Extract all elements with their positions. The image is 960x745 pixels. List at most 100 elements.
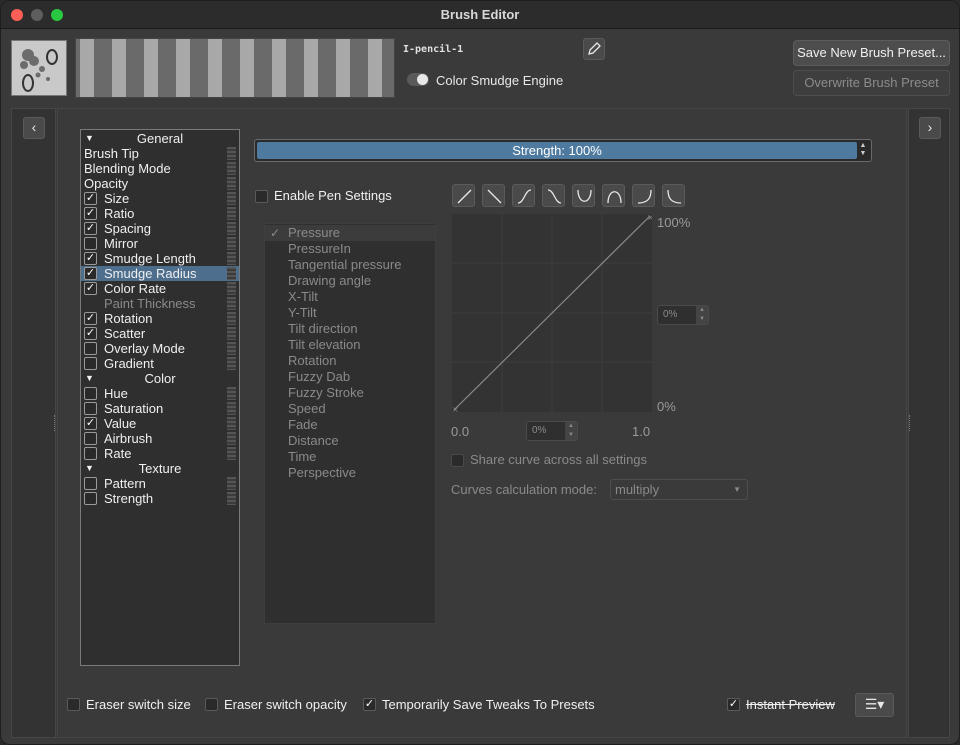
u-curve-icon[interactable] [572, 184, 595, 207]
option-grip-icon [227, 237, 236, 250]
linear-up-icon[interactable] [452, 184, 475, 207]
option-blending-mode[interactable]: Blending Mode [81, 161, 239, 176]
option-spacing[interactable]: ✓ Spacing [81, 221, 239, 236]
sensor-perspective[interactable]: Perspective [265, 465, 435, 481]
option-saturation[interactable]: Saturation [81, 401, 239, 416]
option-texture[interactable]: ▼ Texture [81, 461, 239, 476]
option-rotation[interactable]: ✓ Rotation [81, 311, 239, 326]
sensor-y-tilt[interactable]: Y-Tilt [265, 305, 435, 321]
option-checkbox[interactable]: ✓ [84, 417, 97, 430]
option-checkbox[interactable]: ✓ [84, 312, 97, 325]
ease-out-icon[interactable] [662, 184, 685, 207]
option-checkbox[interactable]: ✓ [84, 192, 97, 205]
stroke-preview[interactable] [75, 38, 395, 98]
chevron-right-icon[interactable]: › [919, 117, 941, 139]
option-checkbox[interactable] [84, 492, 97, 505]
option-paint-thickness[interactable]: Paint Thickness [81, 296, 239, 311]
sensor-speed[interactable]: Speed [265, 401, 435, 417]
option-overlay-mode[interactable]: Overlay Mode [81, 341, 239, 356]
overwrite-preset-button[interactable]: Overwrite Brush Preset [793, 70, 950, 96]
share-curve-checkbox[interactable] [451, 454, 464, 467]
option-label: Hue [104, 386, 128, 401]
option-value[interactable]: ✓ Value [81, 416, 239, 431]
sensor-pressurein[interactable]: PressureIn [265, 241, 435, 257]
option-scatter[interactable]: ✓ Scatter [81, 326, 239, 341]
engine-label: Color Smudge Engine [436, 73, 564, 88]
arch-curve-icon[interactable] [602, 184, 625, 207]
option-color[interactable]: ▼ Color [81, 371, 239, 386]
sensor-rotation[interactable]: Rotation [265, 353, 435, 369]
save-new-preset-button[interactable]: Save New Brush Preset... [793, 40, 950, 66]
option-grip-icon [227, 477, 236, 490]
sensor-fade[interactable]: Fade [265, 417, 435, 433]
option-color-rate[interactable]: ✓ Color Rate [81, 281, 239, 296]
sensor-label: Drawing angle [288, 273, 372, 288]
option-checkbox[interactable] [84, 387, 97, 400]
sensor-distance[interactable]: Distance [265, 433, 435, 449]
option-checkbox[interactable] [84, 447, 97, 460]
y-value-stepper[interactable]: ▲ ▼ [696, 306, 708, 324]
sensor-fuzzy-stroke[interactable]: Fuzzy Stroke [265, 385, 435, 401]
sensor-drawing-angle[interactable]: Drawing angle [265, 273, 435, 289]
option-checkbox[interactable]: ✓ [84, 207, 97, 220]
option-size[interactable]: ✓ Size [81, 191, 239, 206]
option-hue[interactable]: Hue [81, 386, 239, 401]
eraser-switch-size-checkbox[interactable] [67, 698, 80, 711]
option-checkbox[interactable] [84, 432, 97, 445]
option-checkbox[interactable]: ✓ [84, 222, 97, 235]
s-curve-icon[interactable] [512, 184, 535, 207]
pencil-texture-icon[interactable] [11, 40, 67, 96]
option-checkbox[interactable]: ✓ [84, 252, 97, 265]
sensor-pressure[interactable]: ✓ Pressure [265, 225, 435, 241]
edit-preset-name-button[interactable] [583, 38, 605, 60]
option-rate[interactable]: Rate [81, 446, 239, 461]
option-gradient[interactable]: Gradient [81, 356, 239, 371]
sensor-tilt-elevation[interactable]: Tilt elevation [265, 337, 435, 353]
linear-down-icon[interactable] [482, 184, 505, 207]
option-pattern[interactable]: Pattern [81, 476, 239, 491]
sensor-time[interactable]: Time [265, 449, 435, 465]
y-value-spinbox[interactable]: 0% ▲ ▼ [657, 305, 709, 325]
option-general[interactable]: ▼ General [81, 131, 239, 146]
option-checkbox[interactable] [84, 402, 97, 415]
temp-save-tweaks-checkbox[interactable]: ✓ [363, 698, 376, 711]
option-checkbox[interactable]: ✓ [84, 282, 97, 295]
option-airbrush[interactable]: Airbrush [81, 431, 239, 446]
hamburger-menu-icon[interactable]: ☰▾ [855, 693, 894, 717]
option-checkbox[interactable] [84, 237, 97, 250]
option-label: Smudge Radius [104, 266, 197, 281]
enable-pen-settings-checkbox[interactable] [255, 190, 268, 203]
sensor-fuzzy-dab[interactable]: Fuzzy Dab [265, 369, 435, 385]
check-icon: ✓ [270, 226, 281, 240]
instant-preview-checkbox[interactable]: ✓ [727, 698, 740, 711]
strength-slider[interactable]: Strength: 100% ▲ ▼ [254, 139, 872, 162]
option-checkbox[interactable] [84, 477, 97, 490]
option-checkbox[interactable]: ✓ [84, 267, 97, 280]
reverse-s-curve-icon[interactable] [542, 184, 565, 207]
option-mirror[interactable]: Mirror [81, 236, 239, 251]
share-curve-label: Share curve across all settings [470, 452, 648, 467]
option-brush-tip[interactable]: Brush Tip [81, 146, 239, 161]
option-smudge-length[interactable]: ✓ Smudge Length [81, 251, 239, 266]
sensor-tangential-pressure[interactable]: Tangential pressure [265, 257, 435, 273]
sensor-x-tilt[interactable]: X-Tilt [265, 289, 435, 305]
option-checkbox[interactable] [84, 342, 97, 355]
eraser-switch-opacity-checkbox[interactable] [205, 698, 218, 711]
chevron-left-icon[interactable]: ‹ [23, 117, 45, 139]
calc-mode-select[interactable]: multiply ▼ [610, 479, 748, 500]
curve-editor[interactable]: × × [451, 213, 654, 414]
option-opacity[interactable]: Opacity [81, 176, 239, 191]
engine-toggle[interactable] [407, 73, 429, 86]
sensor-tilt-direction[interactable]: Tilt direction [265, 321, 435, 337]
option-smudge-radius[interactable]: ✓ Smudge Radius [81, 266, 239, 281]
option-checkbox[interactable] [84, 357, 97, 370]
option-checkbox[interactable]: ✓ [84, 327, 97, 340]
splitter-handle[interactable] [909, 415, 912, 431]
option-strength[interactable]: Strength [81, 491, 239, 506]
x-value-spinbox[interactable]: 0% ▲ ▼ [526, 421, 578, 441]
strength-stepper[interactable]: ▲ ▼ [857, 142, 869, 159]
x-value-stepper[interactable]: ▲ ▼ [565, 422, 577, 440]
option-ratio[interactable]: ✓ Ratio [81, 206, 239, 221]
ease-in-icon[interactable] [632, 184, 655, 207]
sensor-label: Perspective [288, 465, 356, 480]
